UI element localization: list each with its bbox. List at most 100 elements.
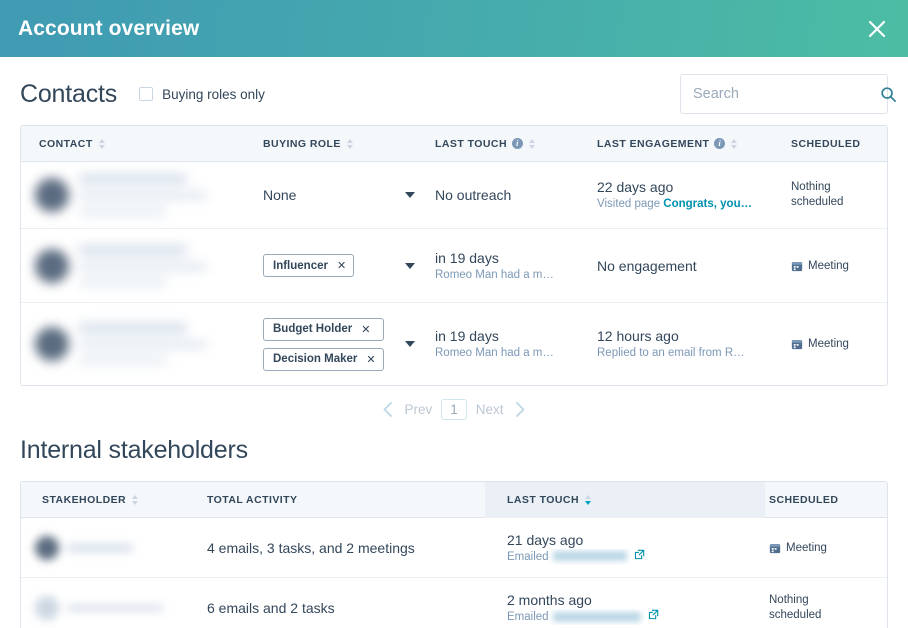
buying-role-cell[interactable]: Budget Holder ✕ Decision Maker ✕ <box>259 317 431 371</box>
sort-arrows-last-engagement[interactable] <box>731 138 738 149</box>
column-header-buying-role[interactable]: BUYING ROLE <box>259 138 431 150</box>
role-tag[interactable]: Decision Maker ✕ <box>263 347 384 371</box>
column-header-scheduled: SCHEDULED <box>765 494 879 506</box>
total-activity-cell: 6 emails and 2 tasks <box>203 599 485 617</box>
search-input[interactable] <box>693 86 880 102</box>
external-link-icon[interactable] <box>634 549 645 560</box>
scheduled-cell: Meeting <box>787 260 887 272</box>
stakeholder-name-redacted <box>67 543 133 552</box>
modal-body: Contacts Buying roles only CONTACT BUYIN <box>0 57 908 628</box>
chevron-down-icon[interactable] <box>405 192 415 198</box>
total-activity-value: 4 emails, 3 tasks, and 2 meetings <box>207 539 415 556</box>
search-box[interactable] <box>680 74 896 114</box>
contact-cell[interactable] <box>21 164 259 226</box>
avatar <box>21 164 259 226</box>
emailed-name-redacted <box>552 611 641 622</box>
avatar-image <box>35 248 69 283</box>
info-icon[interactable]: i <box>714 138 726 149</box>
contact-cell[interactable] <box>21 235 259 297</box>
sort-arrows-contact[interactable] <box>98 138 105 149</box>
search-icon[interactable] <box>880 86 897 103</box>
sort-arrows-buying-role[interactable] <box>346 138 353 149</box>
close-icon[interactable] <box>864 16 890 42</box>
scheduled-cell: Nothing scheduled <box>787 180 887 210</box>
external-link-icon[interactable] <box>648 609 659 620</box>
role-tag-label: Influencer <box>273 259 328 272</box>
last-engagement-value: 22 days ago <box>597 179 674 195</box>
visited-page-link[interactable]: Congrats, you… <box>663 198 752 210</box>
stakeholders-table: STAKEHOLDER TOTAL ACTIVITY LAST TOUCH SC… <box>20 481 888 628</box>
contact-cell[interactable] <box>21 313 259 375</box>
avatar <box>21 235 259 297</box>
column-header-stakeholder[interactable]: STAKEHOLDER <box>21 494 203 506</box>
table-row[interactable]: 6 emails and 2 tasks 2 months ago Emaile… <box>21 578 887 628</box>
last-touch-value: 2 months ago <box>507 592 592 608</box>
buying-role-value: None <box>263 187 297 203</box>
role-tag[interactable]: Influencer ✕ <box>263 254 355 277</box>
calendar-icon <box>769 542 781 554</box>
scheduled-line-1: Meeting <box>786 541 827 554</box>
column-label: CONTACT <box>39 137 93 150</box>
buying-role-cell[interactable]: Influencer ✕ <box>259 254 431 277</box>
last-touch-value: in 19 days <box>435 249 499 266</box>
detail-prefix: Emailed <box>507 611 549 623</box>
buying-role-cell[interactable]: None <box>259 187 431 203</box>
scheduled-line-1: Meeting <box>808 338 849 350</box>
scheduled-line-1: Nothing <box>769 594 809 606</box>
table-row[interactable]: Influencer ✕ in 19 days Romeo Man had a … <box>21 229 887 303</box>
column-label: LAST TOUCH <box>507 493 579 506</box>
sort-arrows-last-touch[interactable] <box>584 494 591 505</box>
scheduled-line-1: Meeting <box>808 259 849 272</box>
stakeholder-cell[interactable] <box>21 528 203 568</box>
contact-name-redacted <box>79 174 207 216</box>
chevron-right-icon[interactable] <box>513 400 528 419</box>
chevron-down-icon[interactable] <box>405 262 415 269</box>
next-button[interactable]: Next <box>476 402 504 417</box>
column-header-contact[interactable]: CONTACT <box>21 138 259 150</box>
last-touch-cell: in 19 days Romeo Man had a m… <box>431 327 593 361</box>
scheduled-cell: Meeting <box>765 542 879 554</box>
avatar-image <box>35 178 69 212</box>
column-label: LAST ENGAGEMENT <box>597 137 710 150</box>
last-engagement-value: 12 hours ago <box>597 328 679 344</box>
table-row[interactable]: None No outreach 22 days ago Visited pag… <box>21 162 887 229</box>
meeting-badge: Meeting <box>769 542 875 554</box>
chevron-left-icon[interactable] <box>380 400 395 419</box>
column-label: SCHEDULED <box>769 493 839 506</box>
contacts-table-header: CONTACT BUYING ROLE LAST TOUCH i LAST EN… <box>21 126 887 162</box>
sort-arrows-last-touch[interactable] <box>528 138 535 149</box>
last-touch-detail: Romeo Man had a m… <box>435 347 554 359</box>
table-row[interactable]: Budget Holder ✕ Decision Maker ✕ in 19 d… <box>21 303 887 385</box>
role-tag[interactable]: Budget Holder ✕ <box>263 317 384 341</box>
remove-icon[interactable]: ✕ <box>366 353 375 366</box>
last-engagement-cell: No engagement <box>593 257 787 275</box>
prev-button[interactable]: Prev <box>404 402 432 417</box>
buying-roles-only-checkbox[interactable]: Buying roles only <box>139 87 265 102</box>
checkbox-box[interactable] <box>139 87 154 101</box>
info-icon[interactable]: i <box>511 138 523 149</box>
role-tag-label: Budget Holder <box>273 323 353 335</box>
remove-icon[interactable]: ✕ <box>337 259 346 272</box>
stakeholder-cell[interactable] <box>21 588 203 628</box>
page-number-1[interactable]: 1 <box>441 398 467 420</box>
contacts-heading: Contacts <box>20 79 118 108</box>
scheduled-line-2: scheduled <box>791 196 844 208</box>
last-touch-detail: Emailed <box>507 549 761 565</box>
pagination: Prev 1 Next <box>20 386 888 432</box>
last-engagement-cell: 22 days ago Visited page Congrats, you… <box>593 178 787 212</box>
buying-roles-only-label: Buying roles only <box>162 86 265 102</box>
column-header-last-touch[interactable]: LAST TOUCH i <box>431 138 593 150</box>
remove-icon[interactable]: ✕ <box>361 323 370 336</box>
total-activity-value: 6 emails and 2 tasks <box>207 600 335 616</box>
scheduled-line-1: Nothing <box>791 181 831 193</box>
column-header-last-engagement[interactable]: LAST ENGAGEMENT i <box>593 138 787 150</box>
page-title: Account overview <box>18 16 200 40</box>
total-activity-cell: 4 emails, 3 tasks, and 2 meetings <box>203 539 485 557</box>
chevron-down-icon[interactable] <box>405 341 415 347</box>
sort-arrows-stakeholder[interactable] <box>132 494 139 505</box>
column-header-last-touch[interactable]: LAST TOUCH <box>485 482 765 518</box>
emailed-name-redacted <box>552 551 627 562</box>
table-row[interactable]: 4 emails, 3 tasks, and 2 meetings 21 day… <box>21 518 887 578</box>
avatar <box>21 313 259 375</box>
stakeholder-name-redacted <box>67 604 163 612</box>
